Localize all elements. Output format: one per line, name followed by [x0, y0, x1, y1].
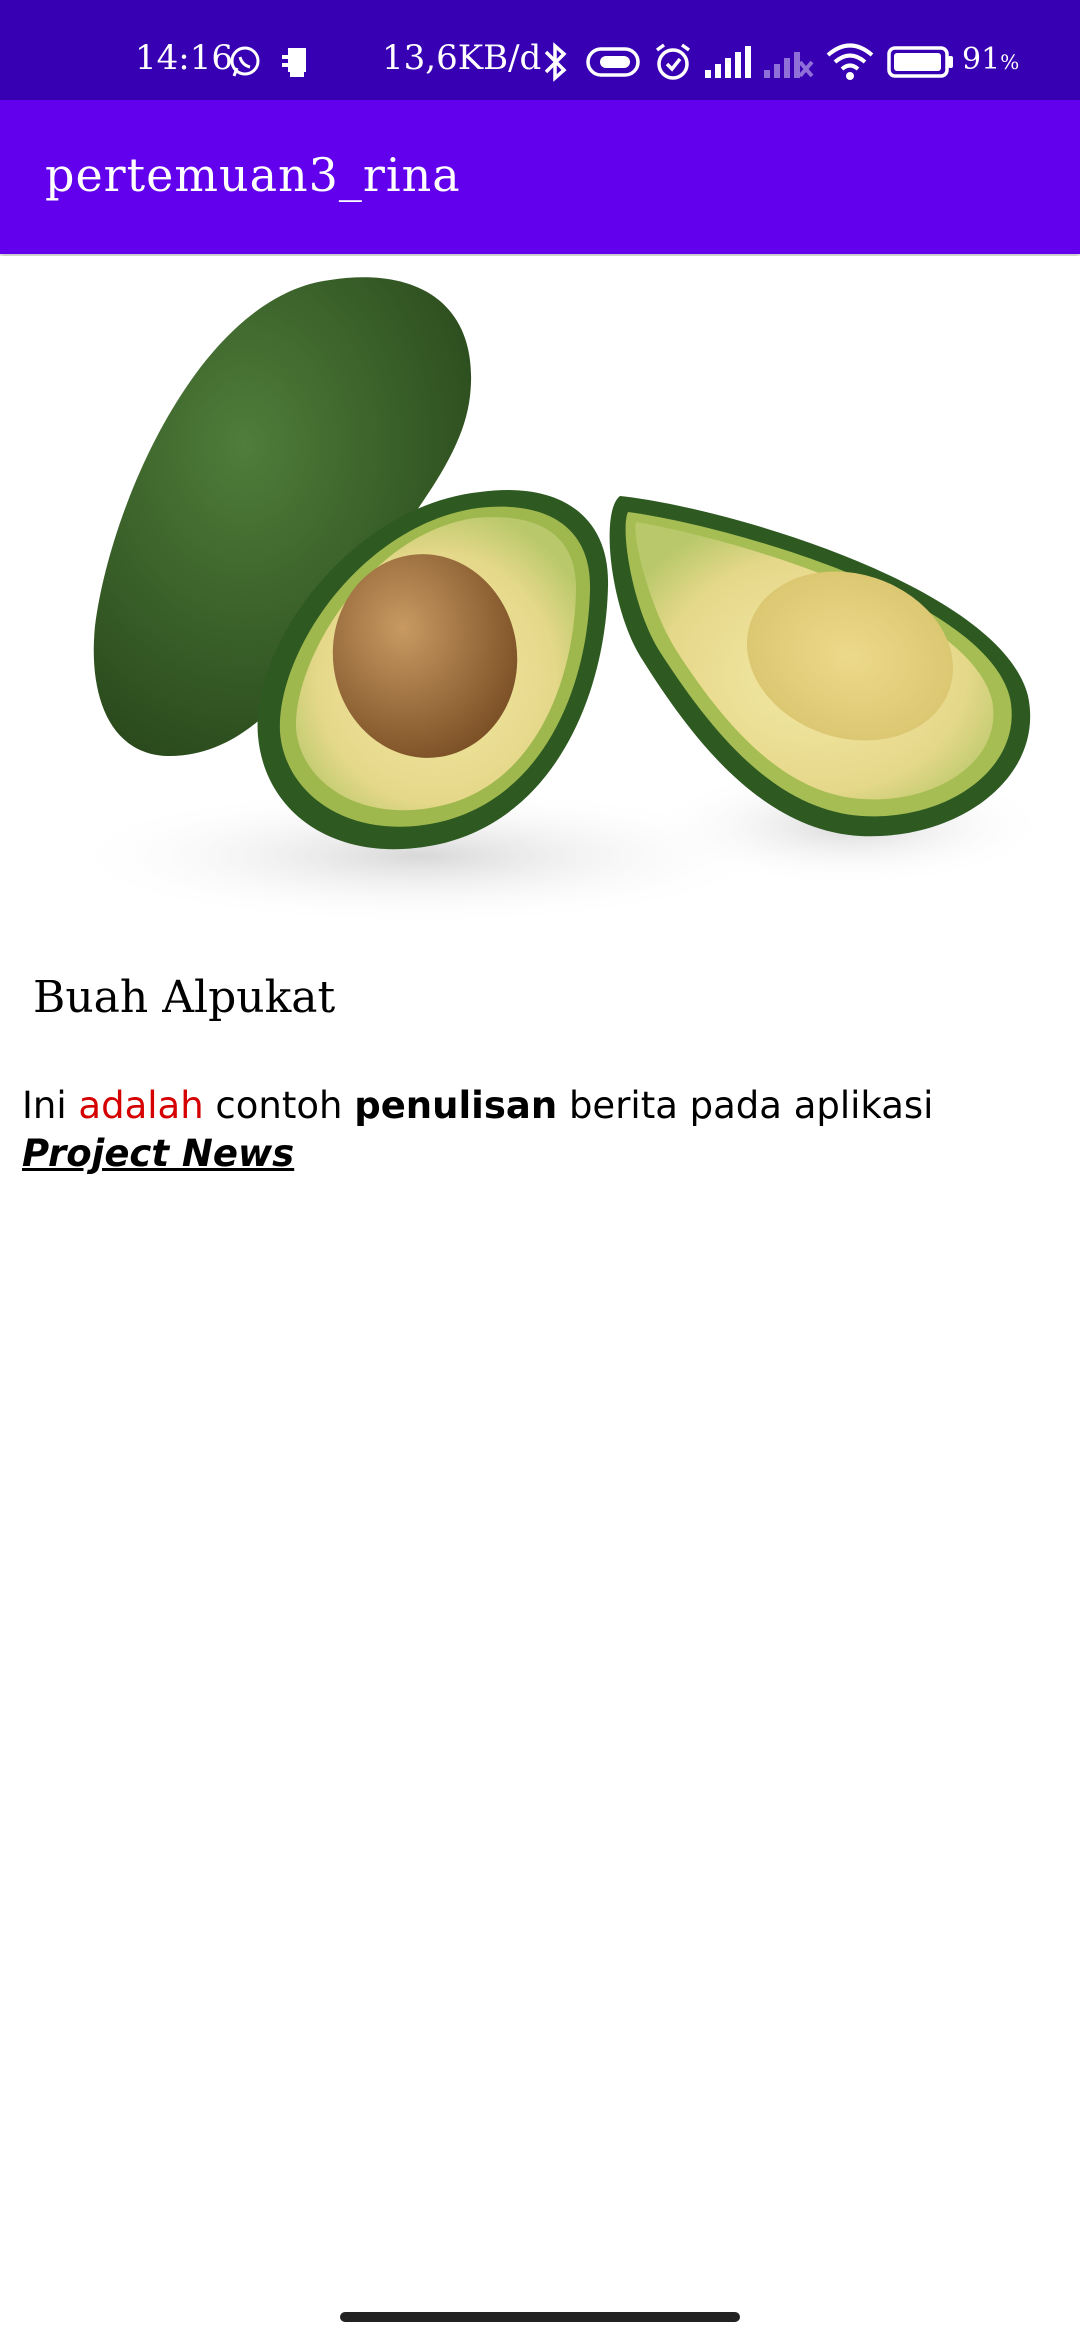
wifi-icon	[826, 43, 874, 80]
toggle-icon	[586, 47, 640, 77]
network-speed: 13,6KB/d	[382, 38, 542, 78]
signal-no-service-icon	[764, 52, 814, 78]
battery-percent: 91%	[962, 42, 1020, 77]
status-time: 14:16	[135, 38, 233, 78]
body-text-project-news: Project News	[22, 1132, 295, 1175]
body-text: Ini	[22, 1084, 79, 1127]
whatsapp-icon	[230, 46, 260, 77]
battery-icon	[887, 46, 953, 78]
app-bar: pertemuan3_rina	[0, 100, 1080, 254]
bluetooth-icon	[544, 42, 567, 82]
avocado-image	[0, 256, 1080, 941]
body-text-red: adalah	[78, 1084, 204, 1127]
body-text-bold: penulisan	[354, 1084, 558, 1127]
signal-icon	[705, 46, 751, 78]
body-text: berita pada aplikasi	[557, 1084, 934, 1127]
status-bar: 14:16 13,6KB/d 91%	[0, 0, 1080, 100]
home-indicator[interactable]	[340, 2312, 740, 2322]
body-text: contoh	[203, 1084, 355, 1127]
app-title: pertemuan3_rina	[45, 148, 461, 202]
article-body: Ini adalah contoh penulisan berita pada …	[22, 1082, 1062, 1178]
alarm-icon	[655, 43, 691, 80]
sim-tray-icon	[282, 48, 306, 77]
avocado-illustration	[60, 277, 1050, 926]
article-title: Buah Alpukat	[33, 972, 336, 1023]
